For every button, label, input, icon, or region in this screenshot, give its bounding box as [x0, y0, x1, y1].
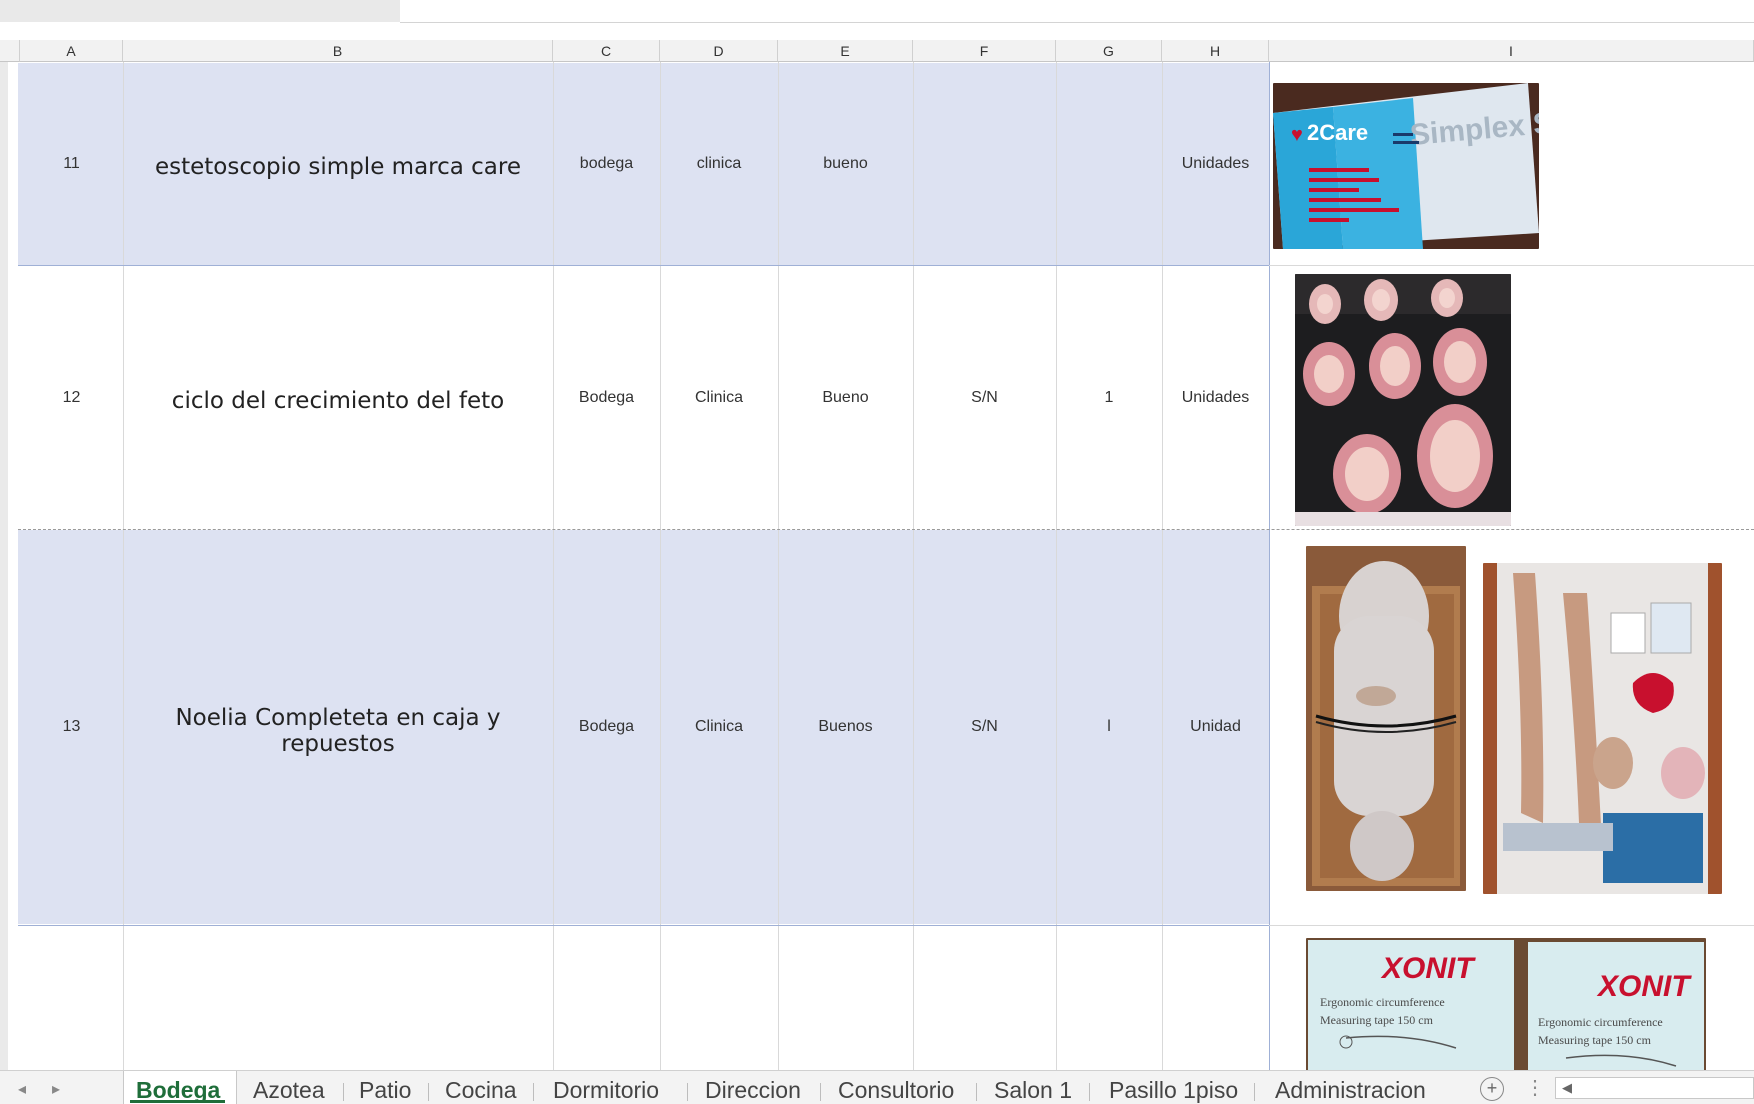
- cell-b11[interactable]: estetoscopio simple marca care: [123, 63, 553, 271]
- add-sheet-icon[interactable]: +: [1480, 1077, 1504, 1101]
- tab-azotea[interactable]: Azotea: [253, 1077, 325, 1104]
- tab-scroll-left-icon[interactable]: ◂: [18, 1079, 26, 1099]
- svg-text:Ergonomic circumference: Ergonomic circumference: [1538, 1015, 1663, 1029]
- cell-a11[interactable]: 11: [20, 63, 123, 265]
- cell-h12[interactable]: Unidades: [1162, 266, 1269, 529]
- cell-e11[interactable]: bueno: [778, 63, 913, 265]
- cell-e12[interactable]: Bueno: [778, 266, 913, 529]
- cell-g13[interactable]: l: [1056, 530, 1162, 924]
- horizontal-scrollbar[interactable]: ◀: [1555, 1077, 1754, 1099]
- stethoscope-box-photo[interactable]: ♥ 2Care Simplex Stethoscope: [1273, 83, 1539, 249]
- tab-salon-1[interactable]: Salon 1: [994, 1077, 1072, 1104]
- svg-text:2Care: 2Care: [1307, 120, 1368, 145]
- column-header-a[interactable]: A: [20, 40, 123, 62]
- cell-g12[interactable]: 1: [1056, 266, 1162, 529]
- cell-f13[interactable]: S/N: [913, 530, 1056, 924]
- gridline: [1269, 265, 1754, 266]
- tab-separator: [428, 1083, 429, 1101]
- tab-separator: [976, 1083, 977, 1101]
- column-header-e[interactable]: E: [778, 40, 913, 62]
- svg-text:Ergonomic circumference: Ergonomic circumference: [1320, 995, 1445, 1009]
- fetus-models-photo[interactable]: [1295, 274, 1511, 526]
- tab-separator: [533, 1083, 534, 1101]
- cell-c13[interactable]: Bodega: [553, 530, 660, 924]
- tab-patio[interactable]: Patio: [359, 1077, 411, 1104]
- mannequin-wrapped-photo[interactable]: [1306, 546, 1466, 891]
- tab-dormitorio[interactable]: Dormitorio: [553, 1077, 659, 1104]
- mannequin-parts-photo[interactable]: [1483, 563, 1722, 894]
- cell-d12[interactable]: Clinica: [660, 266, 778, 529]
- formula-area: [0, 0, 400, 22]
- column-header-b[interactable]: B: [123, 40, 553, 62]
- select-all-corner[interactable]: [0, 40, 20, 62]
- svg-text:XONIT: XONIT: [1596, 970, 1692, 1003]
- cell-e13[interactable]: Buenos: [778, 530, 913, 924]
- scroll-left-arrow-icon[interactable]: ◀: [1562, 1080, 1572, 1096]
- cell-g11[interactable]: [1056, 63, 1162, 265]
- cell-f11[interactable]: [913, 63, 1056, 265]
- column-header-c[interactable]: C: [553, 40, 660, 62]
- tab-scroll-right-icon[interactable]: ▸: [52, 1079, 60, 1099]
- formula-bar[interactable]: [400, 0, 1754, 23]
- tab-direccion[interactable]: Direccion: [705, 1077, 801, 1104]
- column-header-h[interactable]: H: [1162, 40, 1269, 62]
- tab-separator: [687, 1083, 688, 1101]
- cell-a13[interactable]: 13: [20, 530, 123, 924]
- gridline: [1269, 62, 1270, 1070]
- cell-c12[interactable]: Bodega: [553, 266, 660, 529]
- tab-separator: [820, 1083, 821, 1101]
- tab-administracion[interactable]: Administracion: [1275, 1077, 1426, 1104]
- cell-d13[interactable]: Clinica: [660, 530, 778, 924]
- svg-text:♥: ♥: [1291, 124, 1303, 146]
- tab-consultorio[interactable]: Consultorio: [838, 1077, 954, 1104]
- row-header-strip: [0, 62, 8, 1082]
- cell-a12[interactable]: 12: [20, 266, 123, 529]
- tab-separator: [343, 1083, 344, 1101]
- svg-text:XONIT: XONIT: [1380, 952, 1476, 985]
- svg-text:Measuring tape 150 cm: Measuring tape 150 cm: [1538, 1033, 1652, 1047]
- svg-text:Measuring tape 150 cm: Measuring tape 150 cm: [1320, 1013, 1434, 1027]
- column-header-f[interactable]: F: [913, 40, 1056, 62]
- tab-separator: [1089, 1083, 1090, 1101]
- column-header-d[interactable]: D: [660, 40, 778, 62]
- tab-pasillo-1piso[interactable]: Pasillo 1piso: [1109, 1077, 1238, 1104]
- cell-b13[interactable]: Noelia Completeta en caja y repuestos: [123, 530, 553, 932]
- cell-f12[interactable]: S/N: [913, 266, 1056, 529]
- gridline: [1269, 925, 1754, 926]
- cell-c11[interactable]: bodega: [553, 63, 660, 265]
- tab-cocina[interactable]: Cocina: [445, 1077, 517, 1104]
- cell-b12[interactable]: ciclo del crecimiento del feto: [123, 266, 553, 535]
- column-header-g[interactable]: G: [1056, 40, 1162, 62]
- more-options-icon[interactable]: ⋮: [1525, 1075, 1545, 1100]
- cell-h11[interactable]: Unidades: [1162, 63, 1269, 265]
- measuring-tape-boxes-photo[interactable]: XONIT Ergonomic circumference Measuring …: [1306, 938, 1706, 1072]
- cell-d11[interactable]: clinica: [660, 63, 778, 265]
- spreadsheet-grid: A B C D E F G H I 11 estetoscopio simple…: [0, 0, 1754, 1103]
- sheet-tabs-bar: ◂ ▸ Bodega Azotea Patio Cocina Dormitori…: [0, 1070, 1754, 1104]
- tab-separator: [1254, 1083, 1255, 1101]
- cell-h13[interactable]: Unidad: [1162, 530, 1269, 924]
- column-header-i[interactable]: I: [1269, 40, 1754, 62]
